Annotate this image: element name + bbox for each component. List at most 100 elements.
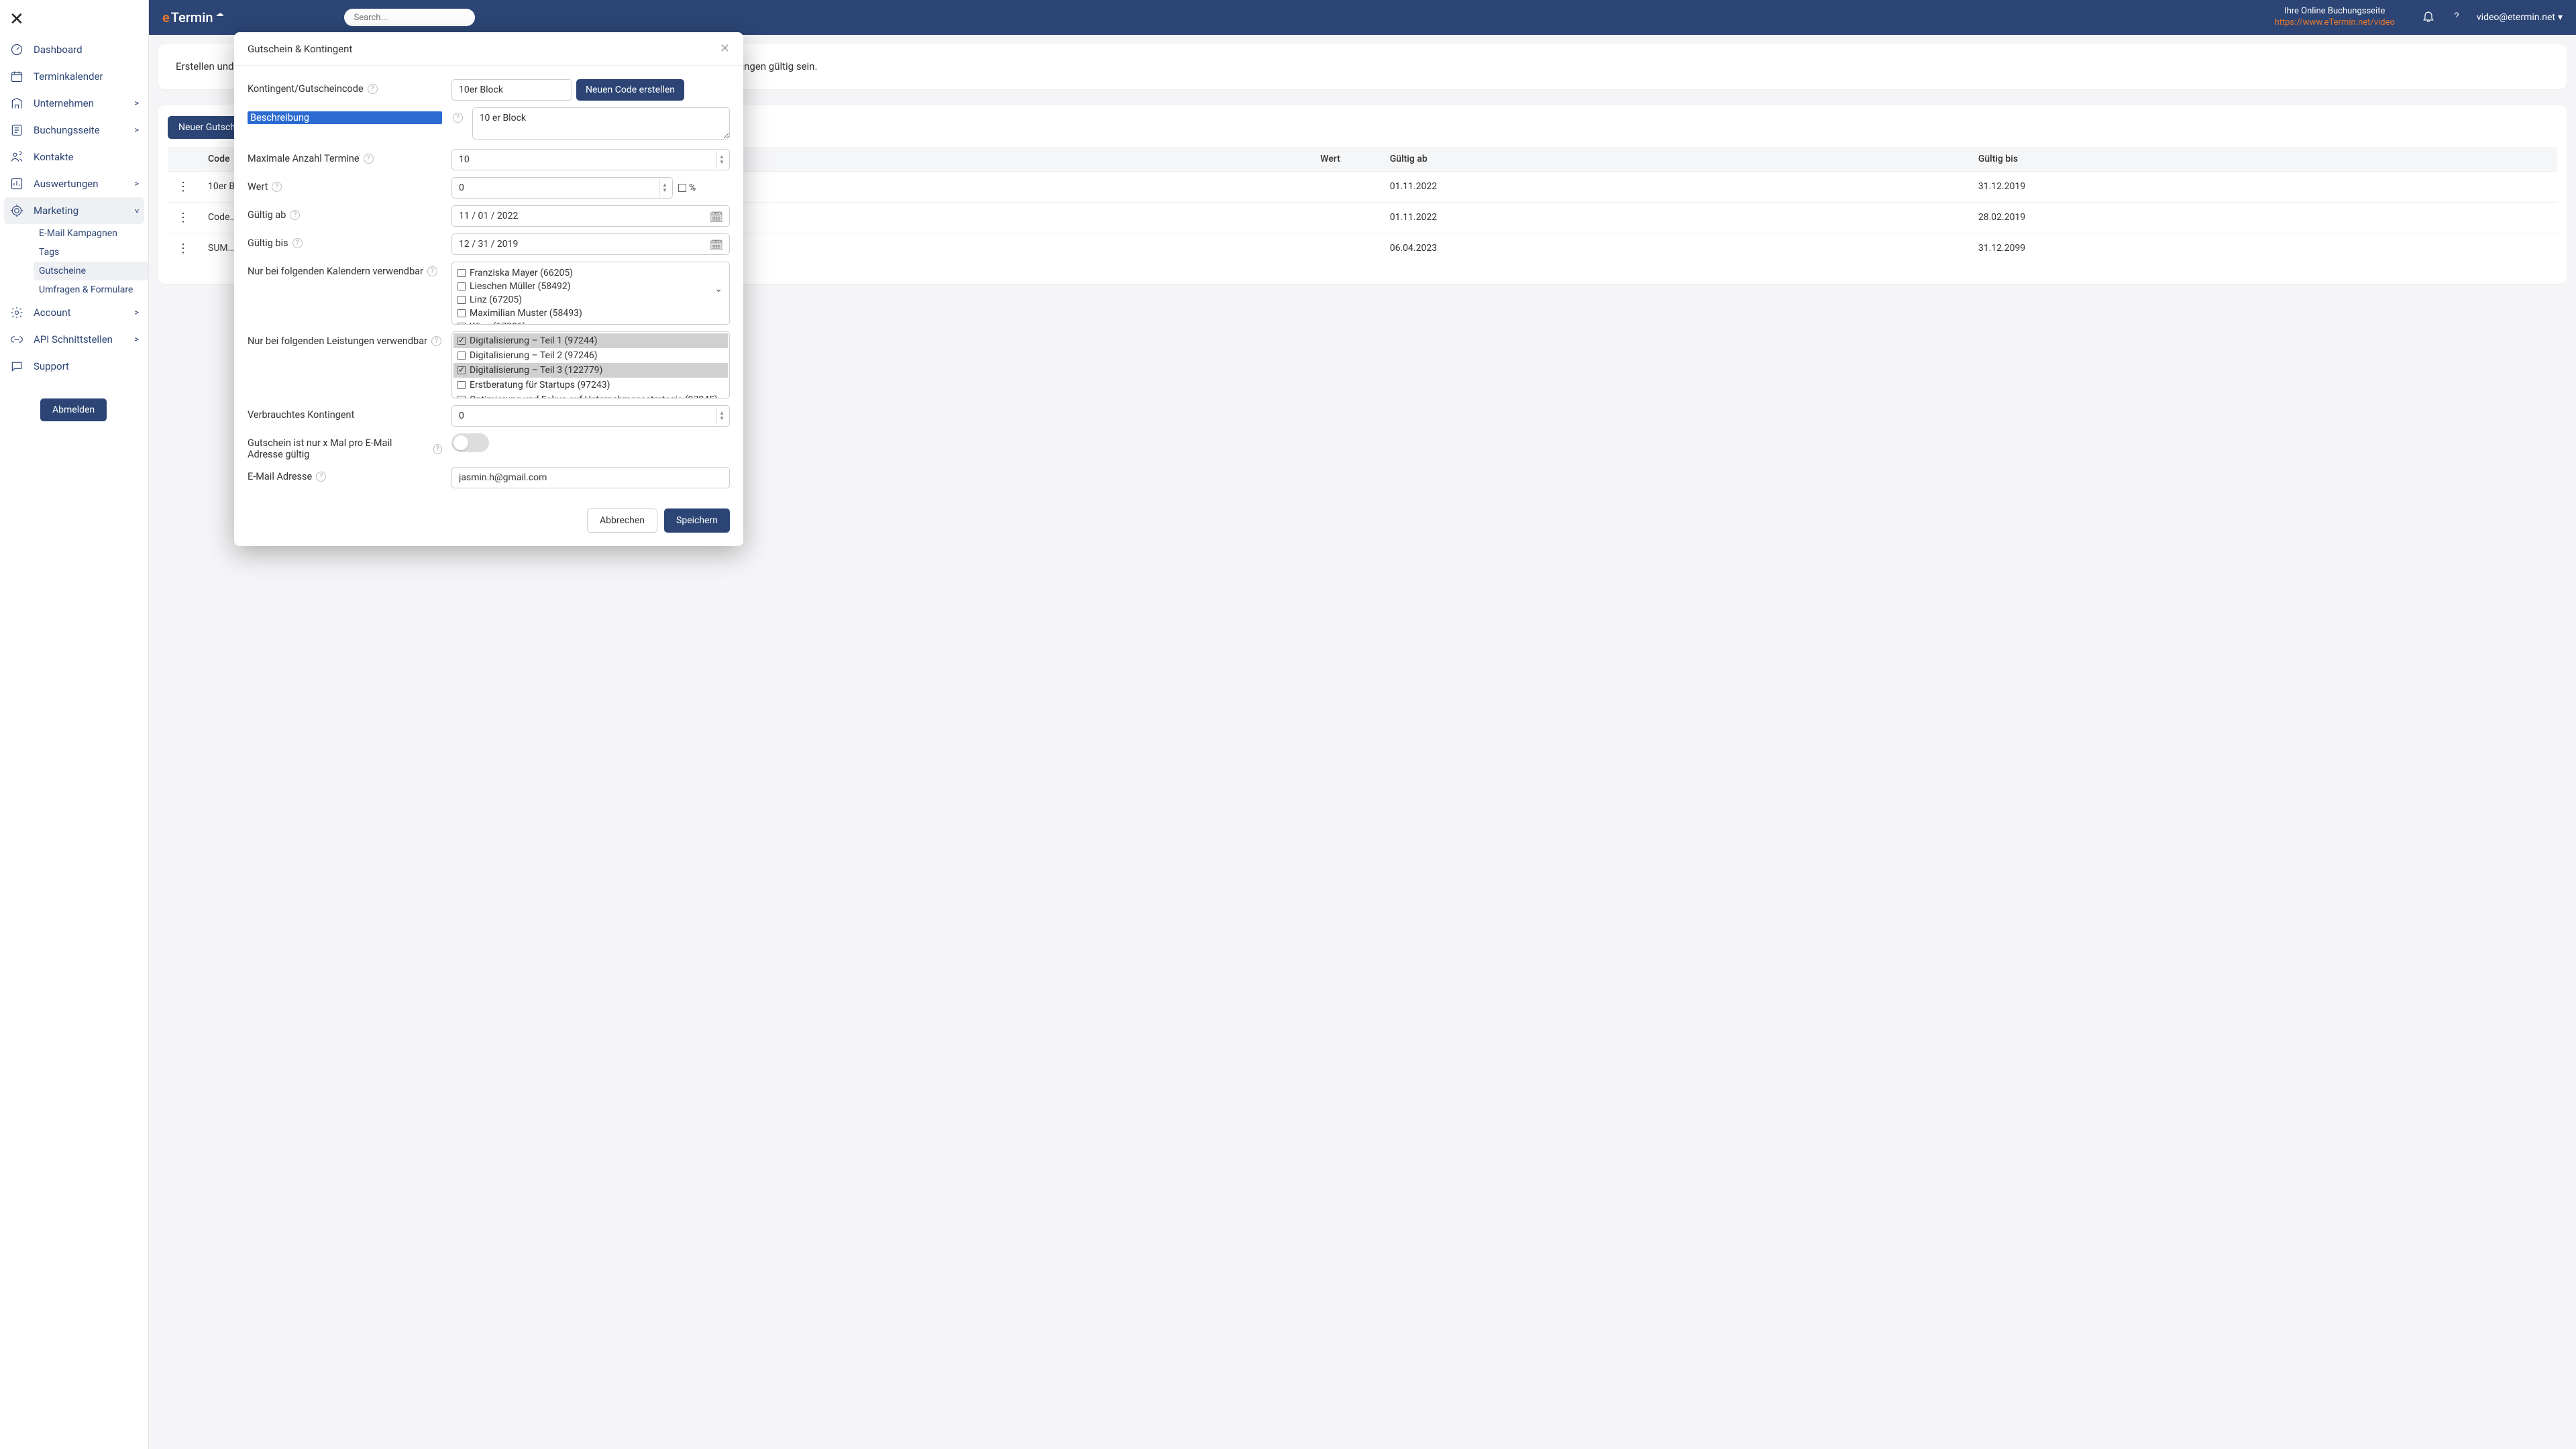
- help-icon[interactable]: ?: [453, 113, 463, 123]
- calendar-option[interactable]: Franziska Mayer (66205): [458, 266, 724, 280]
- nav-marketing[interactable]: Marketing>: [4, 197, 144, 224]
- nav-account[interactable]: Account>: [0, 299, 148, 326]
- col-to: Gültig bis: [1969, 147, 2557, 172]
- col-value: Wert: [761, 147, 1381, 172]
- chevron-right-icon: >: [134, 179, 139, 189]
- close-icon[interactable]: ✕: [9, 9, 24, 30]
- nav-company[interactable]: Unternehmen >: [0, 90, 148, 117]
- nav-label: Unternehmen: [34, 97, 94, 109]
- nav-support[interactable]: Support: [0, 353, 148, 380]
- dots-icon[interactable]: ⋮: [177, 211, 189, 225]
- nav-dashboard[interactable]: Dashboard: [0, 36, 148, 63]
- sub-tags[interactable]: Tags: [34, 243, 148, 262]
- cell-to: 28.02.2019: [1969, 202, 2557, 233]
- cell-from: 01.11.2022: [1381, 171, 1969, 202]
- nav-contacts[interactable]: Kontakte: [0, 144, 148, 170]
- used-input[interactable]: [451, 405, 730, 427]
- max-input[interactable]: [451, 149, 730, 170]
- chart-icon: [9, 176, 24, 191]
- help-icon[interactable]: ?: [272, 182, 282, 192]
- calendar-icon[interactable]: 🗓: [710, 239, 723, 252]
- calendar-icon[interactable]: 🗓: [710, 211, 723, 223]
- nav-booking[interactable]: Buchungsseite >: [0, 117, 148, 144]
- spinner-icon[interactable]: ▲▼: [659, 179, 670, 197]
- users-icon: [9, 150, 24, 164]
- help-icon[interactable]: ?: [292, 238, 303, 248]
- label-desc: Beschreibung: [248, 111, 442, 124]
- booking-url[interactable]: https://www.eTermin.net/video: [2275, 17, 2395, 29]
- account-menu[interactable]: video@etermin.net ▾: [2477, 12, 2563, 23]
- help-icon[interactable]: ?: [364, 154, 374, 164]
- col-from: Gültig ab: [1381, 147, 1969, 172]
- percent-checkbox[interactable]: %: [678, 182, 696, 193]
- help-icon[interactable]: ?: [427, 266, 437, 276]
- email-input[interactable]: [451, 467, 730, 488]
- dots-icon[interactable]: ⋮: [177, 241, 189, 256]
- label-to: Gültig bis: [248, 237, 288, 249]
- service-option[interactable]: Digitalisierung – Teil 3 (122779): [453, 363, 728, 378]
- nav-reports[interactable]: Auswertungen >: [0, 170, 148, 197]
- sub-campaigns[interactable]: E-Mail Kampagnen: [34, 224, 148, 243]
- cell-to: 31.12.2019: [1969, 171, 2557, 202]
- help-icon[interactable]: ?: [431, 336, 441, 346]
- nav-label: Account: [34, 307, 71, 319]
- description-input[interactable]: 10 er Block: [472, 107, 730, 140]
- calendar-option[interactable]: Maximilian Muster (58493): [458, 307, 724, 320]
- search-input[interactable]: [344, 9, 475, 26]
- chevron-down-icon[interactable]: ⌄: [714, 284, 722, 294]
- calendar-option[interactable]: Linz (67205): [458, 293, 724, 307]
- modal-body: Kontingent/Gutscheincode? Neuen Code ers…: [234, 66, 743, 508]
- per-email-toggle[interactable]: [451, 433, 489, 452]
- topbar: eTermin☁ Ihre Online Buchungsseite https…: [149, 0, 2576, 35]
- service-option[interactable]: Erstberatung für Startups (97243): [453, 378, 728, 392]
- percent-label: %: [689, 182, 696, 193]
- help-icon[interactable]: ?: [316, 472, 326, 482]
- code-input[interactable]: [451, 79, 572, 101]
- modal-footer: Abbrechen Speichern: [234, 508, 743, 546]
- value-input[interactable]: [451, 177, 673, 199]
- chevron-down-icon: ▾: [2558, 12, 2563, 23]
- service-option[interactable]: Digitalisierung – Teil 1 (97244): [453, 333, 728, 348]
- nav-api[interactable]: API Schnittstellen>: [0, 326, 148, 353]
- valid-from-input[interactable]: [451, 205, 730, 227]
- sub-vouchers[interactable]: Gutscheine: [34, 262, 148, 280]
- building-icon: [9, 96, 24, 111]
- cloud-icon: ☁: [215, 9, 223, 18]
- service-option[interactable]: Digitalisierung – Teil 2 (97246): [453, 348, 728, 363]
- cell-to: 31.12.2099: [1969, 233, 2557, 264]
- service-multiselect[interactable]: Digitalisierung – Teil 1 (97244) Digital…: [451, 331, 730, 398]
- logout-button[interactable]: Abmelden: [40, 398, 107, 421]
- service-option[interactable]: Optimierung und Fokus auf Unternehmensst…: [453, 392, 728, 398]
- help-icon[interactable]: ?: [290, 210, 300, 220]
- help-icon[interactable]: ?: [368, 84, 378, 94]
- sub-surveys[interactable]: Umfragen & Formulare: [34, 280, 148, 299]
- nav-calendar[interactable]: Terminkalender: [0, 63, 148, 90]
- chevron-right-icon: >: [134, 99, 139, 109]
- nav-label: Marketing: [34, 205, 78, 217]
- close-icon[interactable]: ✕: [720, 42, 730, 56]
- spinner-icon[interactable]: ▲▼: [716, 151, 727, 168]
- bell-icon[interactable]: [2422, 9, 2435, 25]
- calendar-multiselect[interactable]: Franziska Mayer (66205) Lieschen Müller …: [451, 262, 730, 325]
- cancel-button[interactable]: Abbrechen: [587, 508, 657, 533]
- generate-code-button[interactable]: Neuen Code erstellen: [576, 79, 684, 101]
- valid-to-input[interactable]: [451, 233, 730, 255]
- help-icon[interactable]: [2450, 9, 2463, 25]
- save-button[interactable]: Speichern: [664, 508, 730, 533]
- nav-label: Kontakte: [34, 151, 74, 163]
- nav-label: Dashboard: [34, 44, 83, 56]
- label-cal: Nur bei folgenden Kalendern verwendbar: [248, 266, 423, 277]
- nav-label: Auswertungen: [34, 178, 99, 190]
- modal-title: Gutschein & Kontingent: [248, 43, 352, 55]
- calendar-option[interactable]: Wien (67206): [458, 320, 724, 325]
- dots-icon[interactable]: ⋮: [177, 180, 189, 194]
- nav: Dashboard Terminkalender Unternehmen > Bu…: [0, 36, 148, 380]
- help-icon[interactable]: ?: [433, 444, 442, 454]
- calendar-option[interactable]: Lieschen Müller (58492): [458, 280, 724, 293]
- booking-label: Ihre Online Buchungsseite: [2275, 6, 2395, 17]
- spinner-icon[interactable]: ▲▼: [716, 407, 727, 425]
- page-icon: [9, 123, 24, 138]
- chevron-right-icon: >: [134, 125, 139, 136]
- nav-label: Buchungsseite: [34, 124, 100, 136]
- brand-rest: Termin: [171, 9, 213, 25]
